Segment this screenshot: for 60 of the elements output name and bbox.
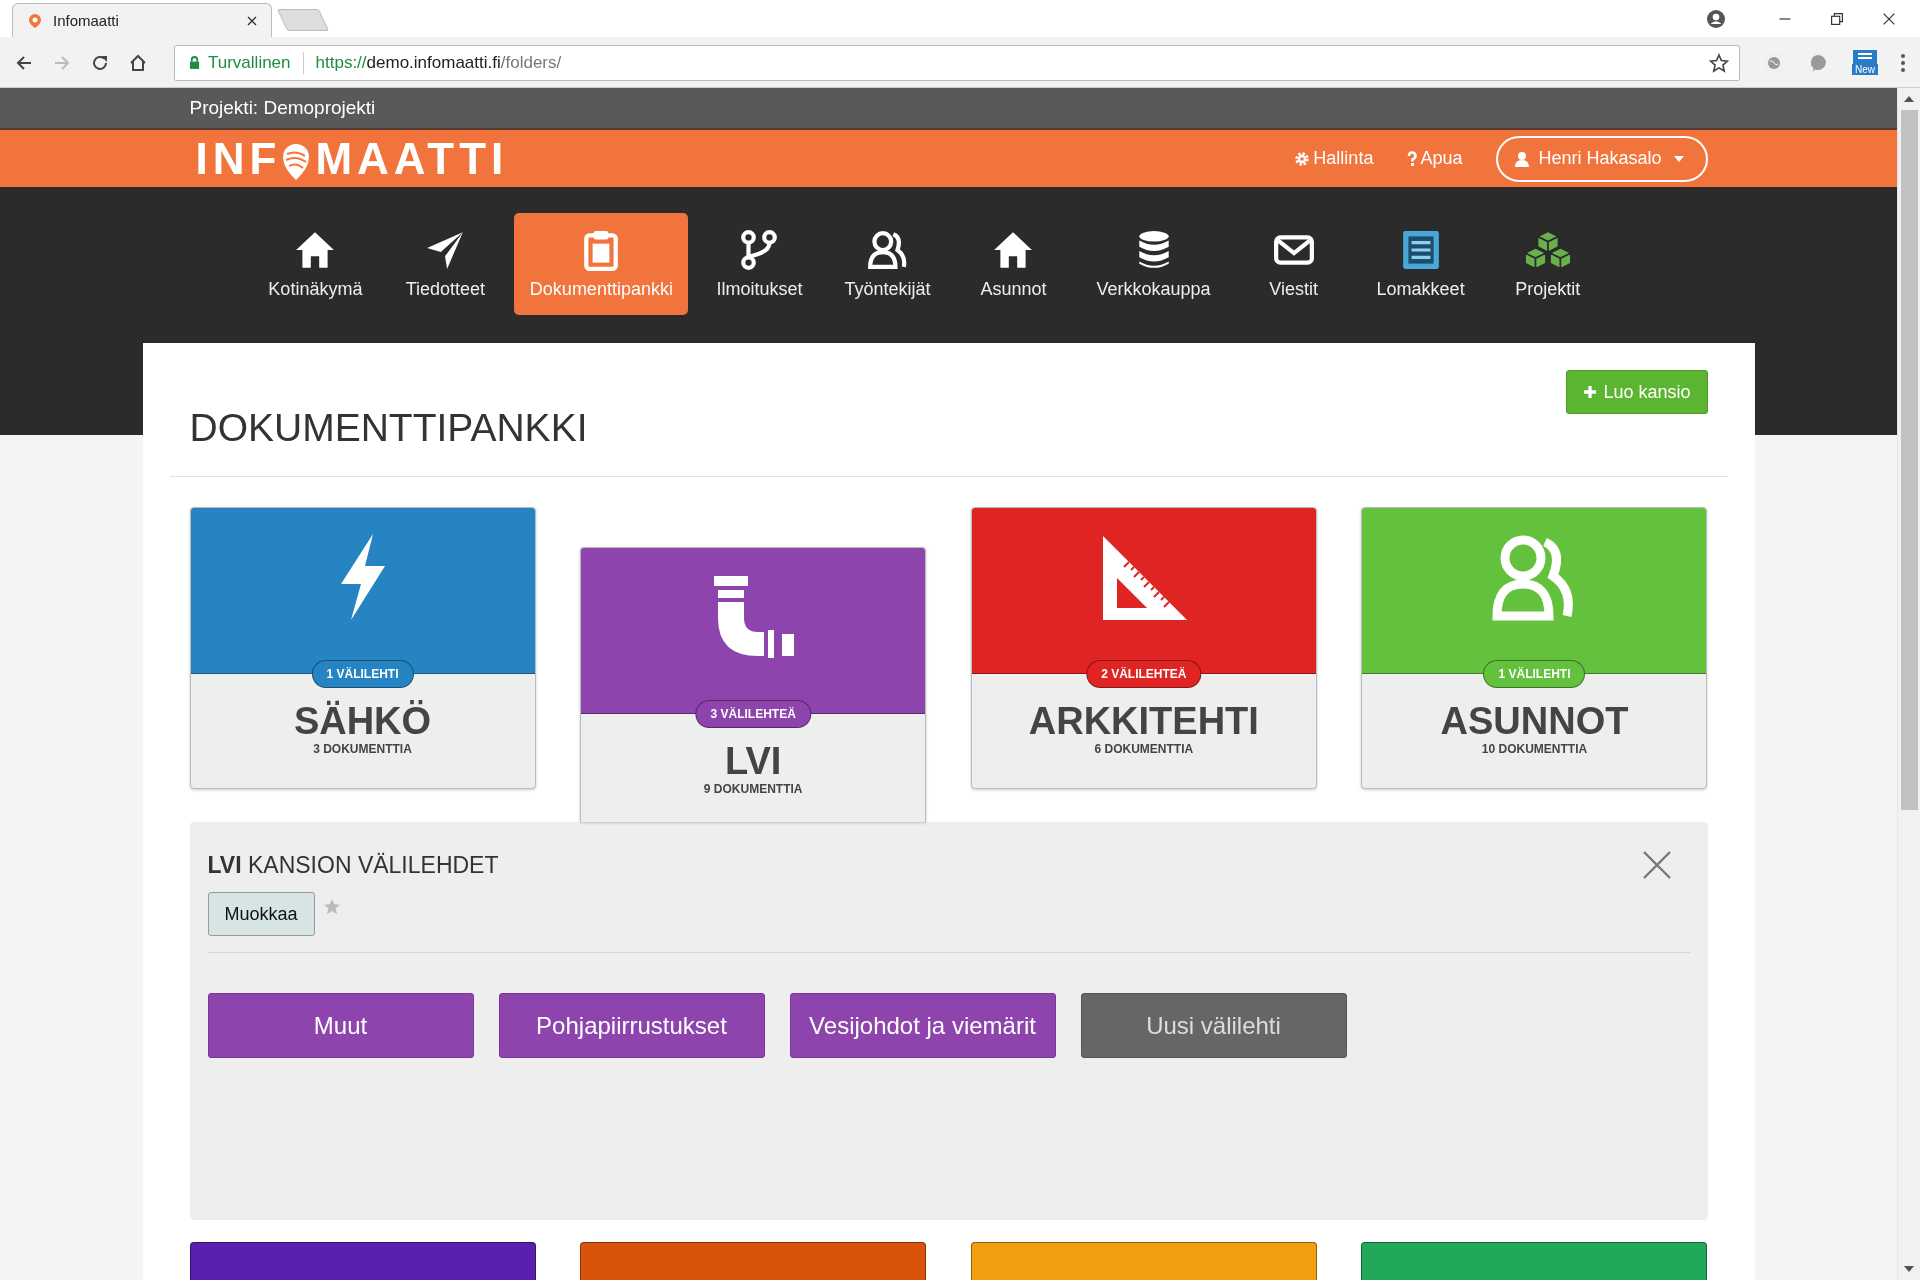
document-count: 3 DOKUMENTTIA [313,741,412,756]
extension-button[interactable]: New [1852,50,1878,75]
edit-button[interactable]: Muokkaa [207,892,315,936]
account-icon[interactable] [1706,8,1726,29]
address-bar[interactable]: Turvallinen https://demo.infomaatti.fi/folders/ [174,44,1740,81]
document-count: 10 DOKUMENTTIA [1481,741,1588,756]
help-icon [1407,150,1418,167]
folder-name: ARKKITEHTI [1028,702,1259,742]
new-tab-button[interactable]: Uusi välilehti [1080,993,1347,1058]
folder-tab-button[interactable]: Vesijohdot ja viemärit [789,993,1056,1058]
close-icon[interactable] [247,15,257,26]
scroll-down-icon[interactable] [1904,1266,1914,1272]
nav-item[interactable]: Kotinäkymä [254,213,377,315]
project-label: Projekti: Demoprojekti [189,97,376,118]
nav-item[interactable]: Viestit [1238,213,1349,315]
user-icon [1514,150,1531,167]
tab-title: Infomaatti [53,12,120,29]
folder-name: SÄHKÖ [293,702,432,742]
nav-item[interactable]: Asunnot [958,213,1069,315]
users-icon [866,228,909,271]
star-icon[interactable] [322,898,341,916]
page-title: DOKUMENTTIPANKKI [189,406,588,450]
nav-item[interactable]: Työntekijät [830,213,945,315]
url-text: https://demo.infomaatti.fi/folders/ [315,52,563,73]
settings-icon [1294,150,1311,167]
nav-item[interactable]: Ilmoitukset [702,213,817,315]
security-label: Turvallinen [208,52,291,73]
lock-icon [189,56,200,69]
plus-icon [1583,385,1598,399]
menu-icon[interactable] [1900,52,1906,73]
home-icon[interactable] [128,52,148,73]
scroll-up-icon[interactable] [1904,96,1914,102]
tab-count-badge: 1 VÄLILEHTI [311,660,414,688]
folder-tab-button[interactable]: Pohjapiirrustukset [498,993,765,1058]
nav-item[interactable]: Lomakkeet [1362,213,1479,315]
star-icon[interactable] [1709,52,1729,73]
document-count: 9 DOKUMENTTIA [703,781,803,796]
document-count: 6 DOKUMENTTIA [1094,741,1194,756]
tab-count-badge: 2 VÄLILEHTEÄ [1086,660,1202,688]
folder-card[interactable]: 3 VÄLILEHTEÄ LVI 9 DOKUMENTTIA [580,547,927,822]
nav-item[interactable]: Projektit [1492,213,1603,315]
nav-item[interactable]: Verkkokauppa [1082,213,1225,315]
nav-item[interactable]: Tiedotteet [390,213,501,315]
folder-card[interactable]: 1 VÄLILEHTI SÄHKÖ 3 DOKUMENTTIA [189,507,536,789]
tab-count-badge: 1 VÄLILEHTI [1483,660,1586,688]
pin-icon [281,141,312,182]
pin-icon [27,12,43,29]
browser-tab[interactable]: Infomaatti [12,3,272,37]
folder-card[interactable]: 2 VÄLILEHTEÄ ARKKITEHTI 6 DOKUMENTTIA [970,507,1317,789]
new-badge: New [1852,64,1878,75]
folder-tab-button[interactable]: Muut [207,993,474,1058]
tab-count-badge: 3 VÄLILEHTEÄ [695,700,811,728]
folder-name: ASUNNOT [1440,702,1629,742]
folder-card[interactable]: 1 VÄLILEHTI ASUNNOT 10 DOKUMENTTIA [1361,507,1708,789]
scrollbar[interactable] [1897,88,1920,1280]
chat-bubble-icon[interactable] [1808,52,1828,73]
panel-heading: LVI KANSION VÄLILEHDET [207,851,499,879]
caret-icon [1673,155,1684,162]
folder-name: LVI [725,742,782,782]
screen-icon [1853,50,1877,64]
